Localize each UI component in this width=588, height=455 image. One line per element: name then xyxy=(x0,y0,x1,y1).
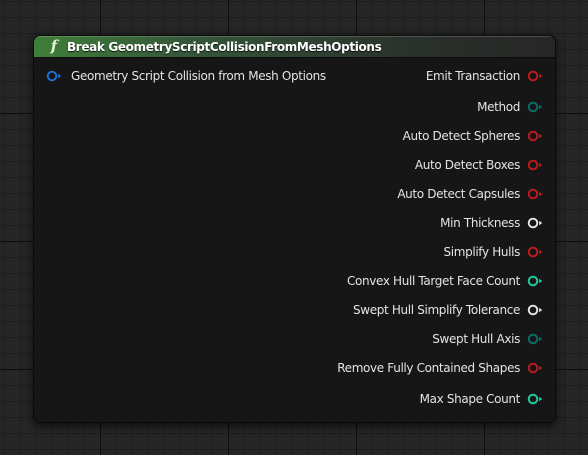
output-pin-remove-fully-contained-shapes[interactable]: Remove Fully Contained Shapes xyxy=(337,361,543,375)
output-pin-min-thickness[interactable]: Min Thickness xyxy=(440,216,543,230)
output-pin-simplify-hulls[interactable]: Simplify Hulls xyxy=(443,245,543,259)
output-pin-label: Auto Detect Spheres xyxy=(402,129,521,143)
output-pin-auto-detect-boxes[interactable]: Auto Detect Boxes xyxy=(415,158,543,172)
node-header[interactable]: f Break GeometryScriptCollisionFromMeshO… xyxy=(34,36,555,58)
enum-pin-icon[interactable] xyxy=(527,101,543,113)
output-pin-label: Min Thickness xyxy=(440,216,520,230)
int-pin-icon[interactable] xyxy=(527,393,543,405)
output-pin-swept-hull-axis[interactable]: Swept Hull Axis xyxy=(432,332,543,346)
bool-pin-icon[interactable] xyxy=(527,362,543,374)
bool-pin-icon[interactable] xyxy=(527,246,543,258)
float-pin-icon[interactable] xyxy=(527,217,543,229)
output-pin-label: Method xyxy=(477,100,520,114)
output-pin-method[interactable]: Method xyxy=(477,100,543,114)
output-pin-label: Max Shape Count xyxy=(419,392,521,406)
output-pin-auto-detect-spheres[interactable]: Auto Detect Spheres xyxy=(403,129,543,143)
output-pin-label: Remove Fully Contained Shapes xyxy=(337,361,520,375)
bool-pin-icon[interactable] xyxy=(527,70,543,82)
node-title: Break GeometryScriptCollisionFromMeshOpt… xyxy=(67,39,382,54)
output-pin-convex-hull-target-face-count[interactable]: Convex Hull Target Face Count xyxy=(347,274,543,288)
output-pin-label: Swept Hull Axis xyxy=(432,332,520,346)
break-struct-node[interactable]: f Break GeometryScriptCollisionFromMeshO… xyxy=(33,35,556,423)
output-pin-label: Auto Detect Capsules xyxy=(397,187,520,201)
enum-pin-icon[interactable] xyxy=(527,333,543,345)
float-pin-icon[interactable] xyxy=(527,304,543,316)
output-pin-label: Emit Transaction xyxy=(425,69,521,83)
output-pin-label: Simplify Hulls xyxy=(443,245,520,259)
bool-pin-icon[interactable] xyxy=(527,130,543,142)
output-pin-emit-transaction[interactable]: Emit Transaction xyxy=(426,69,543,83)
input-pin-label: Geometry Script Collision from Mesh Opti… xyxy=(71,69,326,83)
function-icon: f xyxy=(50,37,58,55)
struct-pin-icon[interactable] xyxy=(46,70,62,82)
output-pin-label: Auto Detect Boxes xyxy=(414,158,520,172)
int-pin-icon[interactable] xyxy=(527,275,543,287)
output-pin-auto-detect-capsules[interactable]: Auto Detect Capsules xyxy=(397,187,543,201)
input-pin-struct[interactable]: Geometry Script Collision from Mesh Opti… xyxy=(46,69,326,83)
output-pin-label: Convex Hull Target Face Count xyxy=(346,274,520,288)
bool-pin-icon[interactable] xyxy=(527,188,543,200)
bool-pin-icon[interactable] xyxy=(527,159,543,171)
output-pin-label: Swept Hull Simplify Tolerance xyxy=(353,303,520,317)
output-pin-swept-hull-simplify-tolerance[interactable]: Swept Hull Simplify Tolerance xyxy=(353,303,543,317)
output-pin-max-shape-count[interactable]: Max Shape Count xyxy=(420,392,543,406)
